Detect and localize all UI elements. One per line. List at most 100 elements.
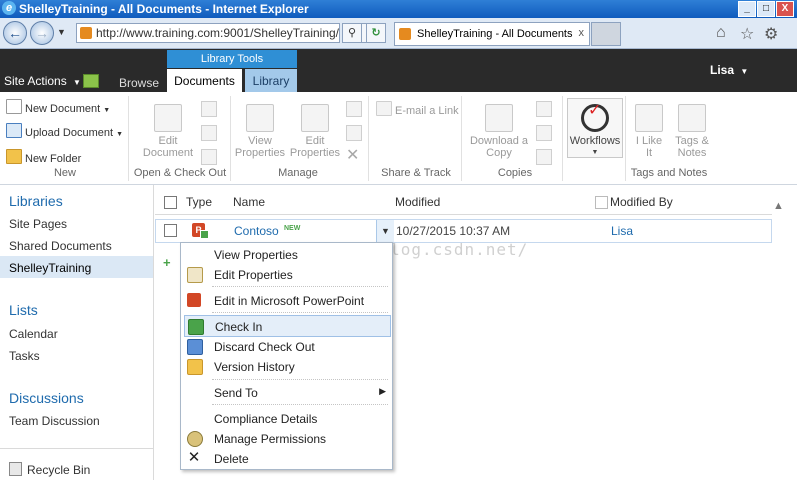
view-properties-label-1: View	[248, 135, 272, 147]
select-all-checkbox[interactable]	[164, 196, 177, 209]
group-label-new: New	[53, 167, 76, 179]
new-document-icon	[6, 99, 22, 114]
edit-document-button[interactable]: Edit Document	[140, 104, 196, 159]
go-to-source-icon[interactable]	[536, 149, 552, 165]
close-window-button[interactable]: X	[776, 1, 794, 17]
discard-check-out-icon[interactable]	[201, 149, 217, 165]
menu-item-compliance-details[interactable]: Compliance Details	[181, 408, 392, 428]
modified-by-filter-checkbox[interactable]	[595, 196, 608, 209]
nav-item-calendar[interactable]: Calendar	[9, 327, 58, 341]
chevron-down-icon: ▼	[116, 131, 124, 138]
chevron-down-icon: ▼	[740, 67, 749, 76]
nav-item-site-pages[interactable]: Site Pages	[9, 217, 67, 231]
nav-heading-libraries[interactable]: Libraries	[9, 193, 63, 209]
browser-tab[interactable]: ShelleyTraining - All Documents x	[394, 22, 590, 46]
menu-item-edit-in-powerpoint[interactable]: Edit in Microsoft PowerPoint	[181, 290, 392, 310]
menu-item-check-in[interactable]: Check In	[184, 315, 391, 337]
nav-item-shelleytraining[interactable]: ShelleyTraining	[9, 261, 91, 275]
nav-divider	[0, 448, 153, 449]
upload-document-button[interactable]: Upload Document ▼	[6, 123, 123, 139]
check-out-icon[interactable]	[201, 101, 217, 117]
tab-browse[interactable]: Browse	[119, 76, 159, 90]
checked-out-icon	[200, 230, 209, 239]
download-copy-button[interactable]: Download a Copy	[467, 104, 531, 159]
i-like-it-button[interactable]: I Like It	[628, 104, 670, 159]
navigate-up-icon[interactable]	[83, 74, 99, 88]
menu-item-edit-properties[interactable]: Edit Properties	[181, 264, 392, 284]
new-tab-button[interactable]	[591, 22, 621, 46]
menu-item-version-history[interactable]: Version History	[181, 356, 392, 376]
refresh-icon[interactable]: ↻	[366, 23, 386, 43]
tab-close-icon[interactable]: x	[579, 27, 585, 39]
menu-item-delete[interactable]: ✕ Delete	[181, 448, 392, 468]
workflows-button[interactable]: ✓ Workflows ▼	[567, 98, 623, 158]
item-menu-dropdown-button[interactable]: ▼	[376, 220, 394, 242]
tab-library[interactable]: Library	[245, 69, 297, 92]
minimize-button[interactable]: _	[738, 1, 756, 17]
favorites-star-icon[interactable]: ☆	[740, 24, 754, 44]
nav-item-team-discussion[interactable]: Team Discussion	[9, 414, 100, 428]
menu-separator	[212, 286, 388, 287]
document-name-link[interactable]: Contoso	[234, 224, 279, 238]
tab-documents[interactable]: Documents	[167, 69, 242, 92]
manage-copies-icon[interactable]	[536, 125, 552, 141]
folder-icon	[6, 149, 22, 164]
tags-notes-button[interactable]: Tags & Notes	[670, 104, 714, 159]
menu-item-label: Check In	[215, 320, 263, 334]
search-icon[interactable]: ⚲	[342, 23, 362, 43]
add-document-icon[interactable]: +	[163, 255, 171, 270]
site-actions-label: Site Actions	[4, 74, 67, 88]
menu-separator	[212, 379, 388, 380]
tab-label: ShelleyTraining - All Documents	[417, 28, 573, 40]
scroll-up-icon[interactable]: ▲	[773, 200, 784, 212]
version-history-icon[interactable]	[346, 101, 362, 117]
nav-item-shared-documents[interactable]: Shared Documents	[9, 239, 112, 253]
maximize-button[interactable]: □	[757, 1, 775, 17]
home-icon[interactable]: ⌂	[716, 24, 726, 42]
tags-notes-icon	[678, 104, 706, 132]
check-in-icon[interactable]	[201, 125, 217, 141]
nav-heading-discussions[interactable]: Discussions	[9, 390, 84, 406]
row-checkbox[interactable]	[164, 224, 177, 237]
upload-icon	[6, 123, 22, 138]
gear-icon[interactable]: ⚙	[764, 24, 778, 44]
address-url: http://www.training.com:9001/ShelleyTrai…	[96, 26, 340, 40]
menu-item-send-to[interactable]: Send To ▶	[181, 382, 392, 402]
history-dropdown-icon[interactable]: ▼	[57, 27, 66, 37]
chevron-down-icon: ▼	[103, 107, 111, 114]
column-header-type[interactable]: Type	[186, 195, 212, 209]
column-header-modified-by[interactable]: Modified By	[610, 195, 673, 209]
new-folder-button[interactable]: New Folder	[6, 149, 81, 165]
edit-document-label-2: Document	[142, 147, 194, 159]
new-document-button[interactable]: New Document ▼	[6, 99, 110, 115]
back-button[interactable]: ←	[3, 21, 27, 45]
group-label-open-check-out: Open & Check Out	[133, 167, 227, 179]
user-menu[interactable]: Lisa ▼	[710, 63, 748, 77]
column-header-name[interactable]: Name	[233, 195, 265, 209]
modified-by-user-link[interactable]: Lisa	[611, 224, 633, 238]
menu-item-discard-check-out[interactable]: Discard Check Out	[181, 336, 392, 356]
delete-icon: ✕	[187, 449, 201, 466]
edit-properties-label-2: Properties	[289, 147, 341, 159]
new-document-label: New Document	[25, 103, 101, 115]
forward-button[interactable]: →	[30, 21, 54, 45]
email-link-label: E-mail a Link	[395, 105, 459, 117]
nav-item-tasks[interactable]: Tasks	[9, 349, 40, 363]
column-header-modified[interactable]: Modified	[395, 195, 440, 209]
address-bar[interactable]: http://www.training.com:9001/ShelleyTrai…	[76, 23, 340, 43]
nav-heading-lists[interactable]: Lists	[9, 302, 38, 318]
view-properties-button[interactable]: View Properties	[232, 104, 288, 159]
edit-properties-button[interactable]: Edit Properties	[287, 104, 343, 159]
document-permissions-icon[interactable]	[346, 125, 362, 141]
menu-item-label: Compliance Details	[214, 412, 318, 426]
menu-item-view-properties[interactable]: View Properties	[181, 244, 392, 264]
menu-item-label: Manage Permissions	[214, 432, 327, 446]
recycle-bin-link[interactable]: Recycle Bin	[9, 462, 90, 477]
tags-notes-label-2: Notes	[677, 147, 707, 159]
menu-separator	[212, 312, 388, 313]
site-actions-menu[interactable]: Site Actions ▼	[4, 74, 81, 88]
send-to-icon[interactable]	[536, 101, 552, 117]
menu-item-manage-permissions[interactable]: Manage Permissions	[181, 428, 392, 448]
delete-icon[interactable]: ✕	[346, 145, 359, 165]
email-link-button[interactable]: E-mail a Link	[376, 101, 459, 117]
